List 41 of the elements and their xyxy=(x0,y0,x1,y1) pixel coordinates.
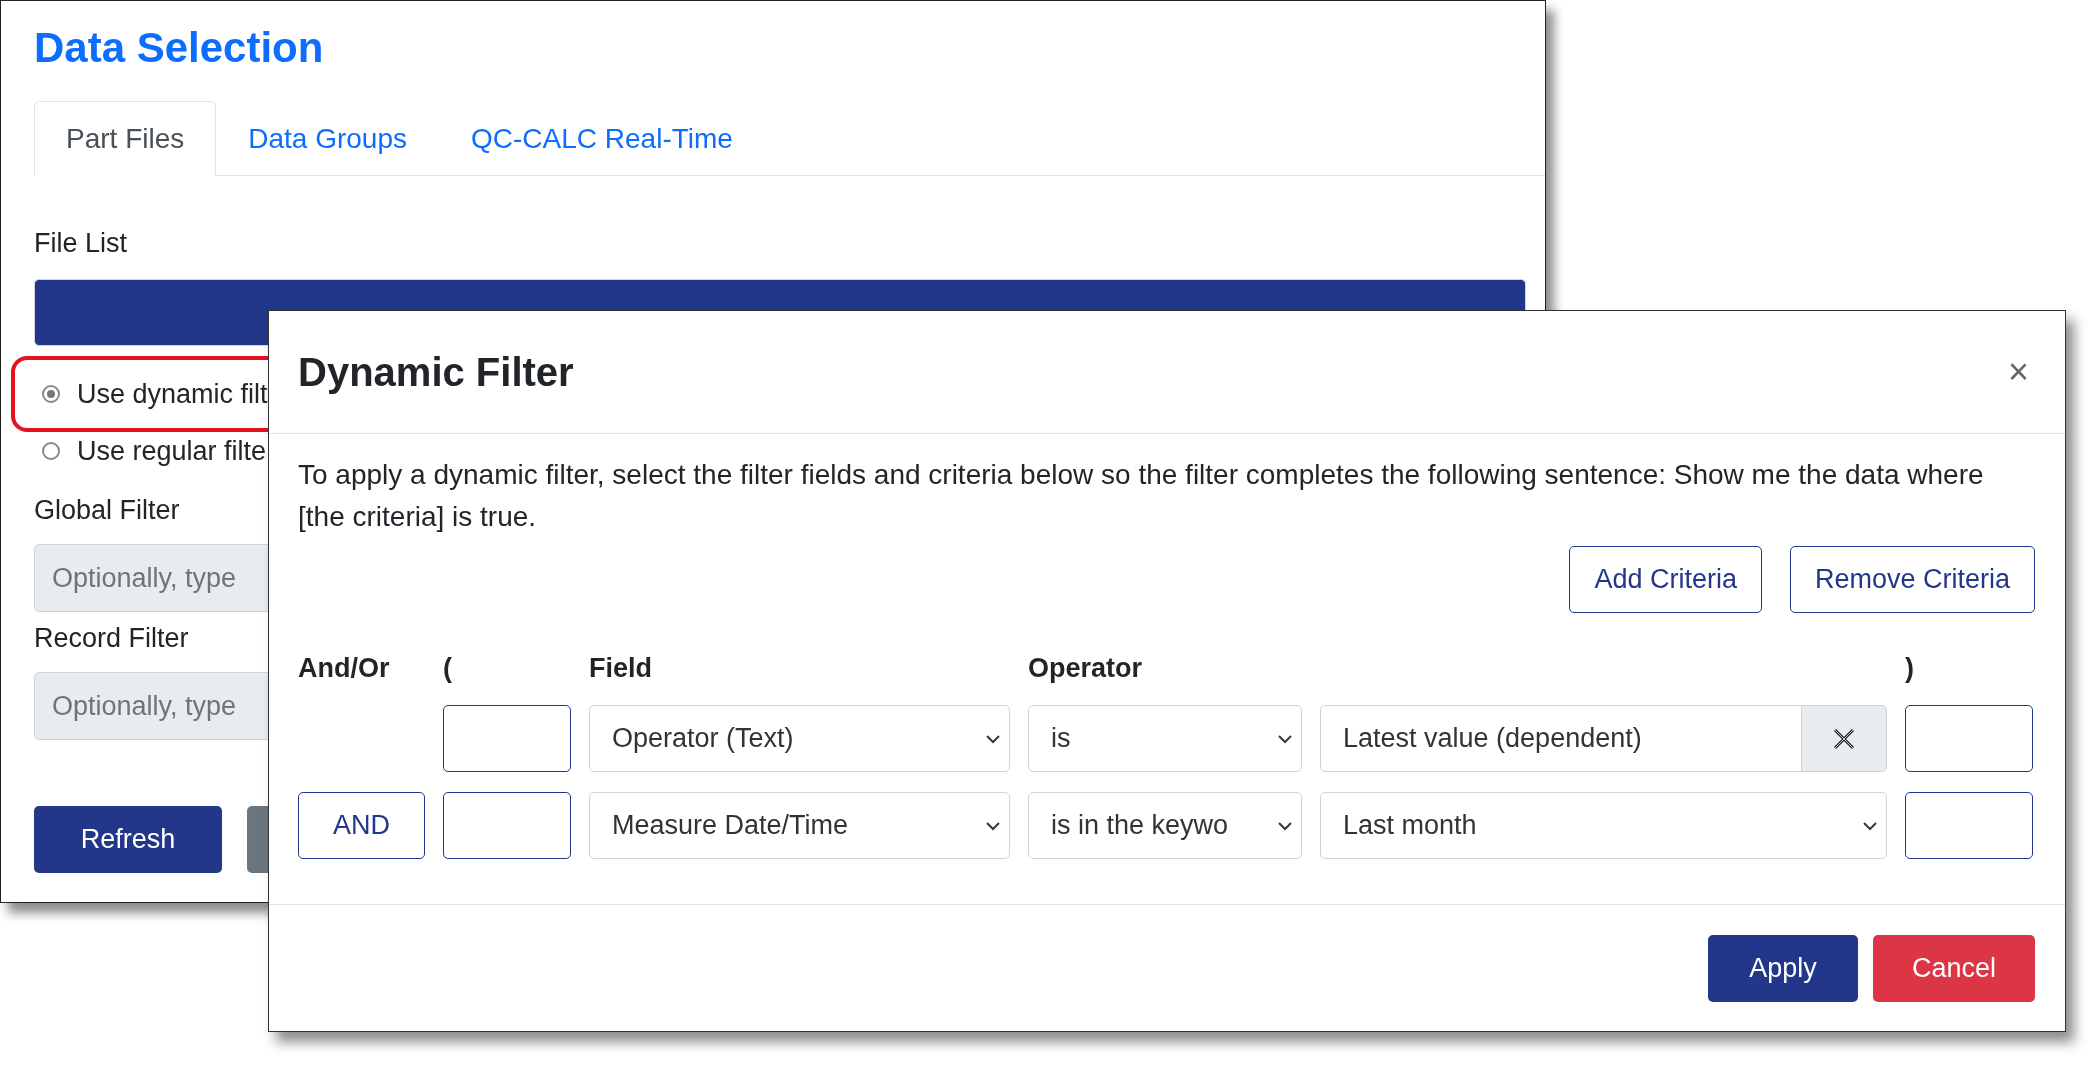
column-header: ) xyxy=(1905,652,1915,685)
dialog-title: Dynamic Filter xyxy=(298,349,574,395)
conjunction-button[interactable]: AND xyxy=(298,792,425,859)
tab[interactable]: Part Files xyxy=(34,101,217,176)
remove-criteria-button[interactable]: Remove Criteria xyxy=(1789,546,2035,613)
column-header: Operator xyxy=(1028,652,1144,685)
input-field[interactable] xyxy=(443,792,571,859)
field-label: Global Filter xyxy=(34,494,180,527)
radio-button[interactable] xyxy=(42,442,60,460)
refresh-button[interactable]: Refresh xyxy=(34,806,222,873)
cancel-button[interactable]: Cancel xyxy=(1873,934,2035,1002)
tab[interactable]: QC-CALC Real-Time xyxy=(439,101,765,175)
input-field[interactable] xyxy=(1905,792,2033,859)
input-field[interactable] xyxy=(1905,705,2033,772)
input-field[interactable]: Latest value (dependent) xyxy=(1320,705,1802,772)
caret-icon xyxy=(985,734,1001,744)
column-header: Field xyxy=(589,652,653,685)
close-button[interactable]: × xyxy=(2001,351,2035,393)
input-field[interactable] xyxy=(443,705,571,772)
radio-label: Use dynamic filt xyxy=(77,378,268,410)
caret-icon xyxy=(1277,734,1293,744)
caret-icon xyxy=(1277,821,1293,831)
section-label: File List xyxy=(34,227,128,260)
dropdown[interactable]: Last month xyxy=(1320,792,1887,859)
clear-icon xyxy=(1832,726,1856,751)
column-header: ( xyxy=(443,652,453,685)
dropdown[interactable]: is xyxy=(1028,705,1302,772)
radio-button[interactable] xyxy=(42,385,60,403)
add-criteria-button[interactable]: Add Criteria xyxy=(1569,546,1762,613)
dropdown[interactable]: is in the keywo xyxy=(1028,792,1302,859)
clear-button[interactable] xyxy=(1802,705,1887,772)
tab[interactable]: Data Groups xyxy=(216,101,439,175)
page-title: Data Selection xyxy=(33,23,325,73)
caret-icon xyxy=(985,821,1001,831)
dropdown[interactable]: Measure Date/Time xyxy=(589,792,1010,859)
caret-icon xyxy=(1862,821,1878,831)
description-text: To apply a dynamic filter, select the filter fields and criteria below so the filter completes the following sentence: Show me the data where [the criteria] is true. xyxy=(298,458,1985,534)
dropdown[interactable]: Operator (Text) xyxy=(589,705,1010,772)
field-label: Record Filter xyxy=(34,622,189,655)
apply-button[interactable]: Apply xyxy=(1708,934,1858,1002)
radio-label: Use regular filte xyxy=(77,435,267,467)
